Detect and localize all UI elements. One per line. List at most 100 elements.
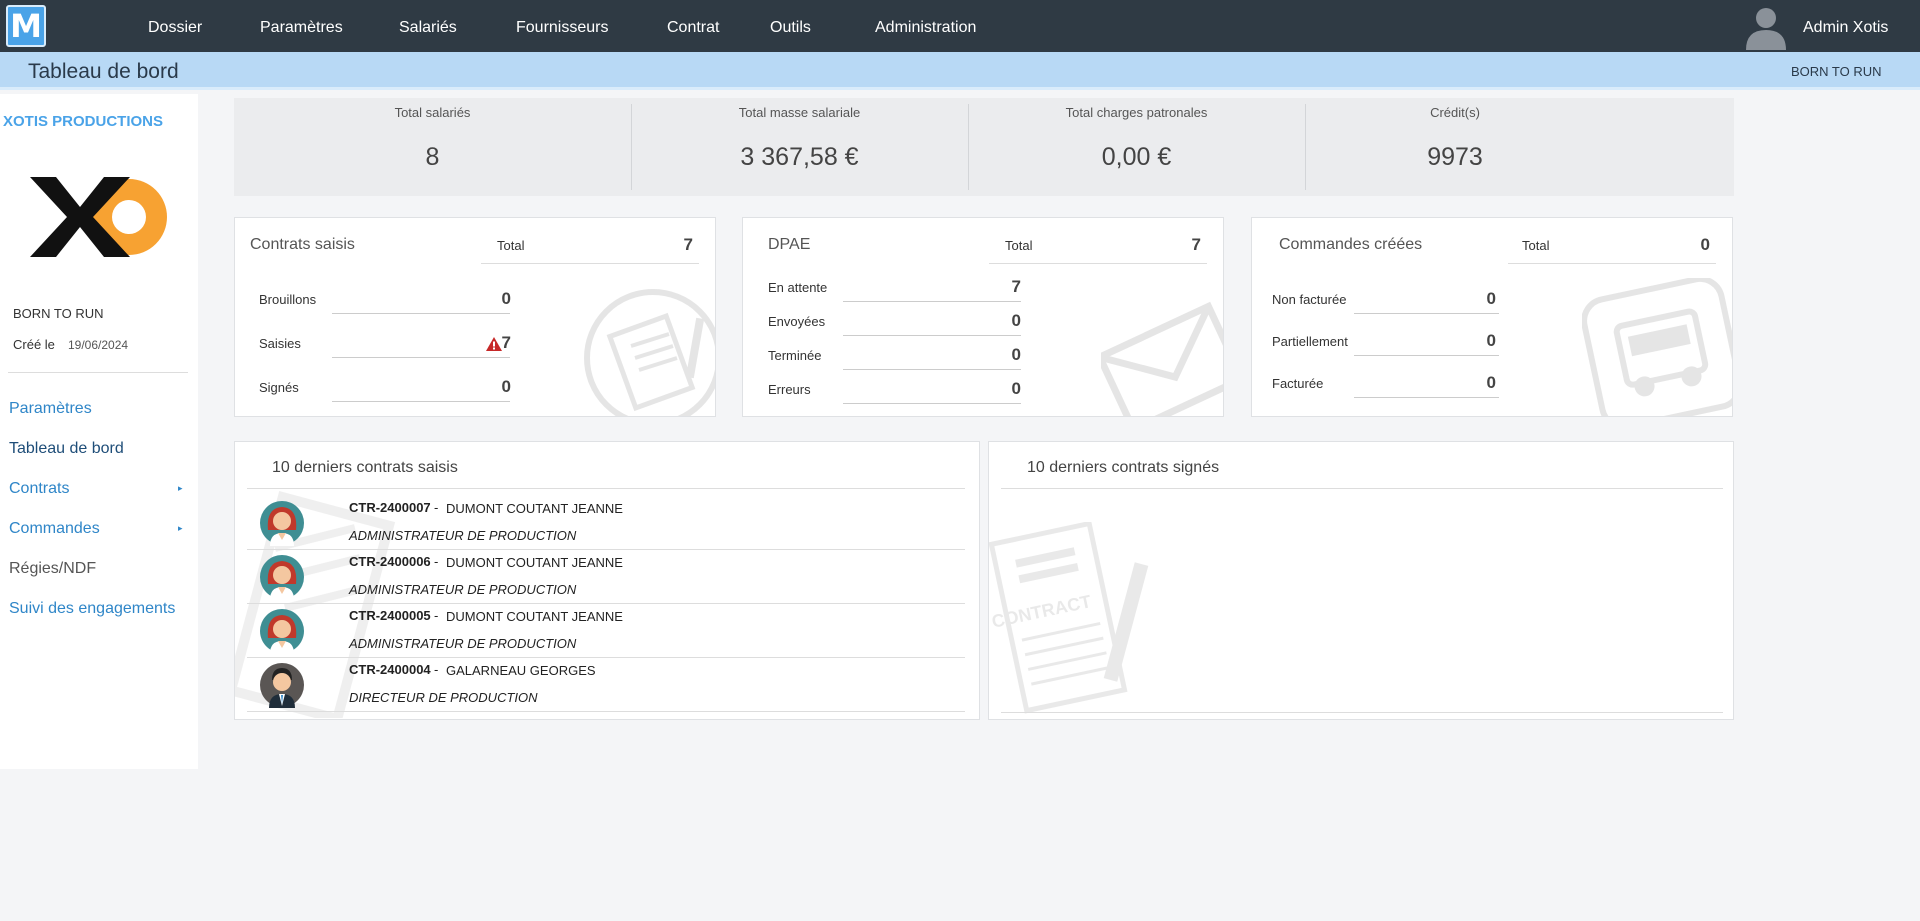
row-value-non-facturee[interactable]: 0: [1456, 289, 1496, 309]
row-underline: [332, 357, 510, 358]
row-label-terminee: Terminée: [768, 348, 822, 363]
card-header-line: [481, 263, 699, 264]
row-value-erreurs[interactable]: 0: [981, 379, 1021, 399]
top-navbar: M Dossier Paramètres Salariés Fournisseu…: [0, 0, 1920, 52]
list-item[interactable]: CTR-2400007 - DUMONT COUTANT JEANNE ADMI…: [247, 496, 965, 550]
woman-avatar-icon: [260, 555, 304, 600]
nav-item-parametres[interactable]: Paramètres: [260, 19, 343, 37]
nav-item-fournisseurs[interactable]: Fournisseurs: [516, 19, 608, 37]
row-label-brouillons: Brouillons: [259, 292, 317, 307]
separator: -: [434, 500, 439, 515]
contract-code[interactable]: CTR-2400005: [349, 608, 431, 623]
contrats-saisis-card: Contrats saisis Total 7 Brouillons 0 Sai…: [234, 217, 716, 417]
warning-icon[interactable]: [485, 336, 503, 352]
row-underline: [843, 301, 1021, 302]
card-total-label: Total: [1522, 238, 1550, 253]
employee-role: ADMINISTRATEUR DE PRODUCTION: [349, 636, 577, 651]
row-value-facturee[interactable]: 0: [1456, 373, 1496, 393]
stat-value: 0,00 €: [1101, 143, 1172, 171]
row-value-brouillons[interactable]: 0: [471, 289, 511, 309]
nav-item-contrat[interactable]: Contrat: [667, 19, 719, 37]
contract-watermark-icon: CONTRACT: [989, 522, 1149, 714]
watermark-text: CONTRACT: [990, 591, 1093, 632]
stat-value: 3 367,58 €: [740, 143, 859, 171]
chevron-right-icon[interactable]: ▸: [178, 523, 183, 534]
chevron-right-icon[interactable]: ▸: [178, 483, 183, 494]
card-title: DPAE: [768, 236, 811, 253]
row-value-terminee[interactable]: 0: [981, 345, 1021, 365]
stat-charges-patronales: Total charges patronales 0,00 €: [968, 98, 1305, 196]
man-avatar-icon: [260, 663, 304, 708]
page-title: Tableau de bord: [28, 60, 179, 83]
row-label-facturee: Facturée: [1272, 376, 1324, 391]
separator: -: [434, 608, 439, 623]
page-header: Tableau de bord BORN TO RUN: [0, 52, 1920, 90]
row-value-partiellement[interactable]: 0: [1456, 331, 1496, 351]
card-title: Commandes créées: [1279, 236, 1423, 253]
sidebar-item-contrats[interactable]: Contrats: [9, 480, 69, 498]
sidebar-item-parametres[interactable]: Paramètres: [9, 400, 92, 418]
employee-name: GALARNEAU GEORGES: [446, 663, 596, 678]
sidebar-item-commandes[interactable]: Commandes: [9, 520, 100, 538]
current-company: BORN TO RUN: [1791, 64, 1882, 79]
nav-item-salaries[interactable]: Salariés: [399, 19, 457, 37]
contract-code[interactable]: CTR-2400004: [349, 662, 431, 677]
company-name: XOTIS PRODUCTIONS: [3, 113, 164, 130]
woman-avatar-icon: [260, 501, 304, 546]
sidebar: XOTIS PRODUCTIONS BORN TO RUN Créé le 19…: [0, 94, 198, 769]
stat-value: 8: [425, 143, 440, 171]
sidebar-item-regies-ndf[interactable]: Régies/NDF: [9, 560, 96, 578]
card-total-label: Total: [497, 238, 525, 253]
list-title: 10 derniers contrats signés: [1027, 459, 1220, 476]
stat-value: 9973: [1427, 143, 1483, 171]
employee-role: ADMINISTRATEUR DE PRODUCTION: [349, 582, 577, 597]
envelope-watermark-icon: [1101, 301, 1223, 416]
recent-contrats-signes: CONTRACT 10 derniers contrats signés: [988, 441, 1734, 720]
list-header-line: [247, 488, 965, 489]
row-label-erreurs: Erreurs: [768, 382, 811, 397]
separator: -: [434, 662, 439, 677]
employee-name: DUMONT COUTANT JEANNE: [446, 501, 623, 516]
employee-role: DIRECTEUR DE PRODUCTION: [349, 690, 538, 705]
recent-contrats-saisis: 10 derniers contrats saisis CTR-2400007 …: [234, 441, 980, 720]
created-date: 19/06/2024: [68, 338, 129, 352]
app-logo[interactable]: M: [6, 5, 46, 47]
nav-item-outils[interactable]: Outils: [770, 19, 811, 37]
contract-code[interactable]: CTR-2400006: [349, 554, 431, 569]
list-footer-line: [1001, 712, 1723, 713]
row-underline: [1354, 355, 1499, 356]
row-label-envoyees: Envoyées: [768, 314, 826, 329]
row-label-partiellement: Partiellement: [1272, 334, 1348, 349]
contract-code[interactable]: CTR-2400007: [349, 500, 431, 515]
card-header-line: [989, 263, 1207, 264]
user-name[interactable]: Admin Xotis: [1803, 19, 1888, 37]
row-label-signes: Signés: [259, 380, 299, 395]
card-total-value: 7: [683, 235, 693, 254]
list-item[interactable]: CTR-2400005 - DUMONT COUTANT JEANNE ADMI…: [247, 604, 965, 658]
row-value-signes[interactable]: 0: [471, 377, 511, 397]
sidebar-item-tableau-de-bord[interactable]: Tableau de bord: [9, 440, 124, 458]
employee-name: DUMONT COUTANT JEANNE: [446, 609, 623, 624]
sidebar-item-suivi-engagements[interactable]: Suivi des engagements: [9, 600, 175, 618]
card-title: Contrats saisis: [250, 236, 355, 253]
row-label-en-attente: En attente: [768, 280, 828, 295]
list-header-line: [1001, 488, 1723, 489]
nav-item-dossier[interactable]: Dossier: [148, 19, 202, 37]
separator: -: [434, 554, 439, 569]
nav-item-administration[interactable]: Administration: [875, 19, 976, 37]
row-value-en-attente[interactable]: 7: [981, 277, 1021, 297]
stat-label: Crédit(s): [1430, 105, 1480, 120]
list-item[interactable]: CTR-2400004 - GALARNEAU GEORGES DIRECTEU…: [247, 658, 965, 712]
list-title: 10 derniers contrats saisis: [272, 459, 458, 476]
row-underline: [332, 313, 510, 314]
row-underline: [843, 335, 1021, 336]
employee-name: DUMONT COUTANT JEANNE: [446, 555, 623, 570]
row-underline: [1354, 397, 1499, 398]
card-header-line: [1508, 263, 1716, 264]
row-underline: [332, 401, 510, 402]
row-underline: [843, 369, 1021, 370]
row-value-envoyees[interactable]: 0: [981, 311, 1021, 331]
list-item[interactable]: CTR-2400006 - DUMONT COUTANT JEANNE ADMI…: [247, 550, 965, 604]
row-underline: [1354, 313, 1499, 314]
user-avatar-icon[interactable]: [1744, 4, 1788, 50]
